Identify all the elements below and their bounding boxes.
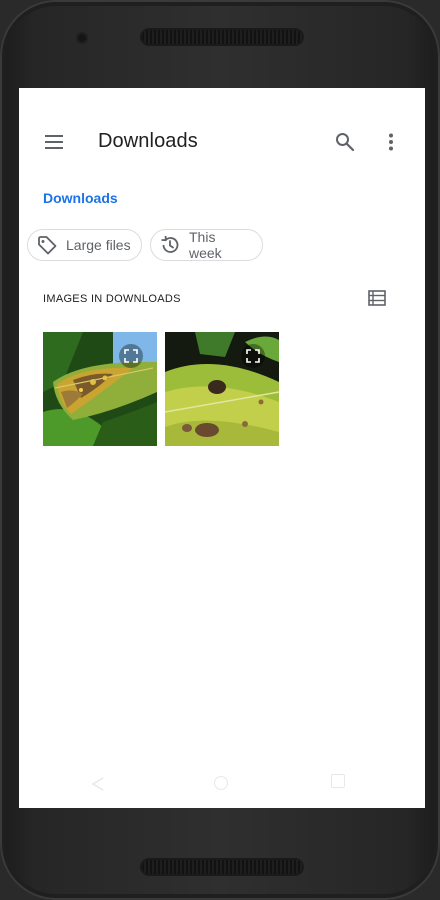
list-view-icon	[368, 290, 386, 306]
chip-this-week[interactable]: This week	[150, 229, 263, 261]
image-thumbnail[interactable]	[43, 332, 157, 446]
search-button[interactable]	[325, 122, 365, 162]
phone-frame: Downloads Downloads Large files This wee…	[0, 0, 440, 900]
section-header: IMAGES IN DOWNLOADS	[43, 293, 181, 305]
chip-label: Large files	[66, 237, 131, 253]
chip-label: This week	[189, 229, 222, 261]
tag-icon	[36, 234, 58, 256]
app-bar: Downloads	[19, 88, 425, 198]
top-speaker	[142, 30, 302, 44]
front-camera	[76, 32, 88, 44]
nav-home-icon[interactable]	[214, 776, 228, 790]
image-thumbnail[interactable]	[165, 332, 279, 446]
more-vert-icon	[389, 133, 393, 151]
screen: Downloads Downloads Large files This wee…	[19, 88, 425, 808]
bottom-speaker	[142, 860, 302, 874]
breadcrumb-downloads[interactable]: Downloads	[43, 190, 118, 206]
more-options-button[interactable]	[371, 122, 411, 162]
search-icon	[336, 133, 355, 152]
expand-icon	[246, 349, 260, 363]
expand-button[interactable]	[241, 344, 265, 368]
page-title: Downloads	[98, 130, 198, 152]
view-toggle-button[interactable]	[357, 278, 397, 318]
menu-button[interactable]	[35, 122, 75, 162]
nav-recents-icon[interactable]	[331, 774, 345, 788]
history-icon	[159, 234, 181, 256]
menu-icon	[45, 135, 63, 149]
system-nav-bar	[19, 768, 425, 808]
expand-button[interactable]	[119, 344, 143, 368]
chip-large-files[interactable]: Large files	[27, 229, 142, 261]
nav-back-icon[interactable]	[91, 776, 105, 792]
expand-icon	[124, 349, 138, 363]
